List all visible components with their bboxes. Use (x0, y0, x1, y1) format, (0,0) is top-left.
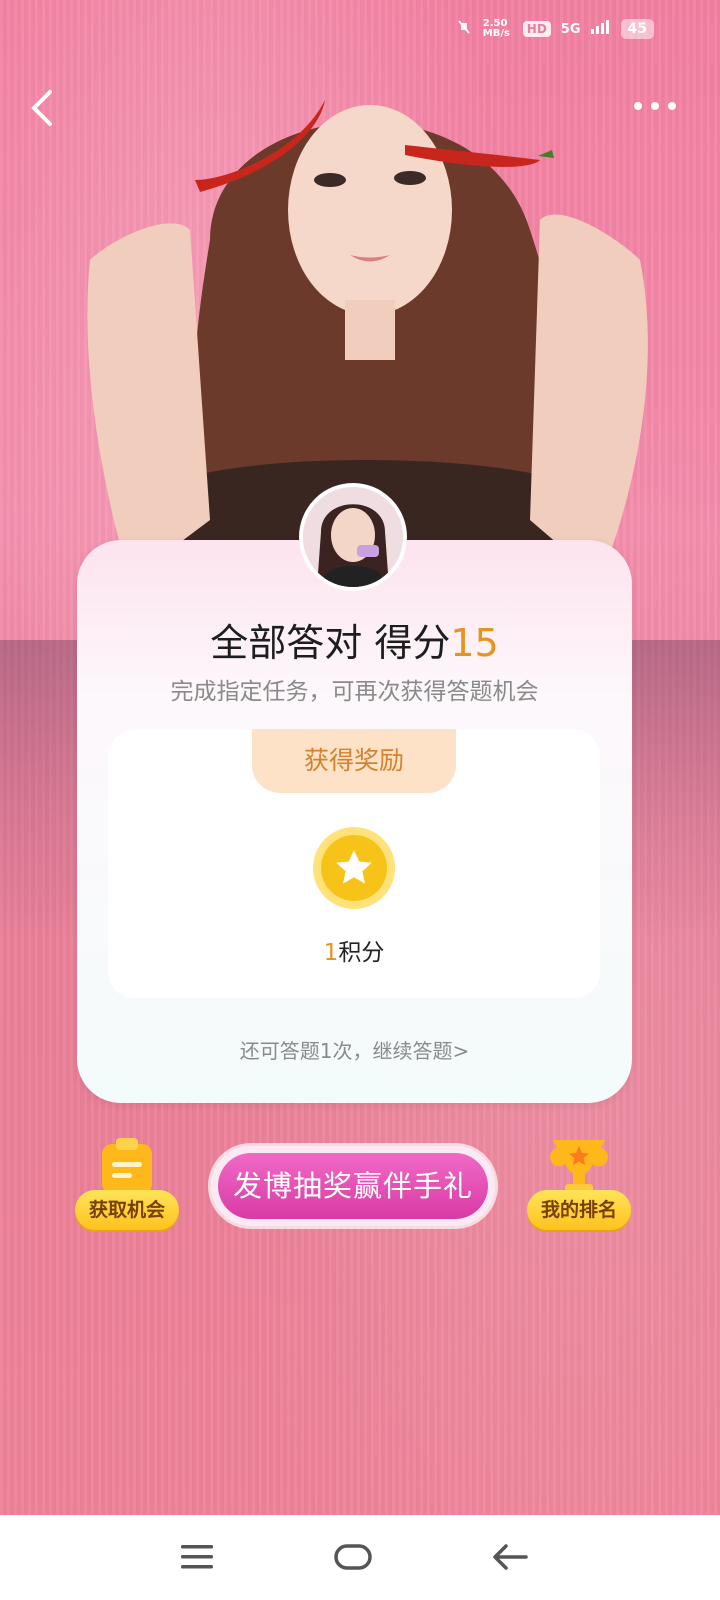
mute-icon (455, 18, 473, 40)
home-icon[interactable] (331, 1537, 375, 1577)
status-bar: 2.50 MB/s HD 5G 45 (455, 18, 654, 40)
post-lottery-button[interactable]: 发博抽奖赢伴手礼 (211, 1146, 495, 1226)
continue-answering-link[interactable]: 还可答题1次，继续答题> (77, 1035, 632, 1064)
points-unit: 积分 (338, 940, 385, 966)
hd-badge: HD (522, 21, 551, 37)
avatar (299, 483, 407, 591)
get-chance-label: 获取机会 (75, 1190, 179, 1230)
title-text: 全部答对 得分 (210, 621, 451, 665)
get-chance-button[interactable]: 获取机会 (75, 1132, 179, 1236)
result-subtitle: 完成指定任务，可再次获得答题机会 (170, 679, 539, 705)
points-value: 1 (323, 940, 339, 966)
score-value: 15 (450, 621, 499, 665)
my-ranking-button[interactable]: 我的排名 (527, 1132, 631, 1236)
reward-tab-label: 获得奖励 (252, 729, 456, 793)
more-options-icon[interactable] (632, 98, 678, 114)
my-ranking-label: 我的排名 (527, 1190, 631, 1230)
signal-bars-icon (590, 20, 611, 38)
trophy-icon (550, 1140, 608, 1192)
back-arrow-icon[interactable] (24, 86, 64, 130)
star-coin-icon (313, 827, 395, 909)
battery-level: 45 (620, 19, 654, 39)
system-nav-bar (0, 1515, 720, 1600)
post-lottery-label: 发博抽奖赢伴手礼 (218, 1153, 488, 1219)
signal-5g: 5G (560, 21, 581, 37)
clipboard-icon (102, 1138, 152, 1194)
menu-icon[interactable] (175, 1537, 219, 1577)
points-reward: 1积分 (108, 933, 600, 967)
network-speed: 2.50 MB/s (482, 18, 510, 39)
result-title: 全部答对 得分15 (77, 612, 632, 667)
back-nav-icon[interactable] (488, 1537, 532, 1577)
